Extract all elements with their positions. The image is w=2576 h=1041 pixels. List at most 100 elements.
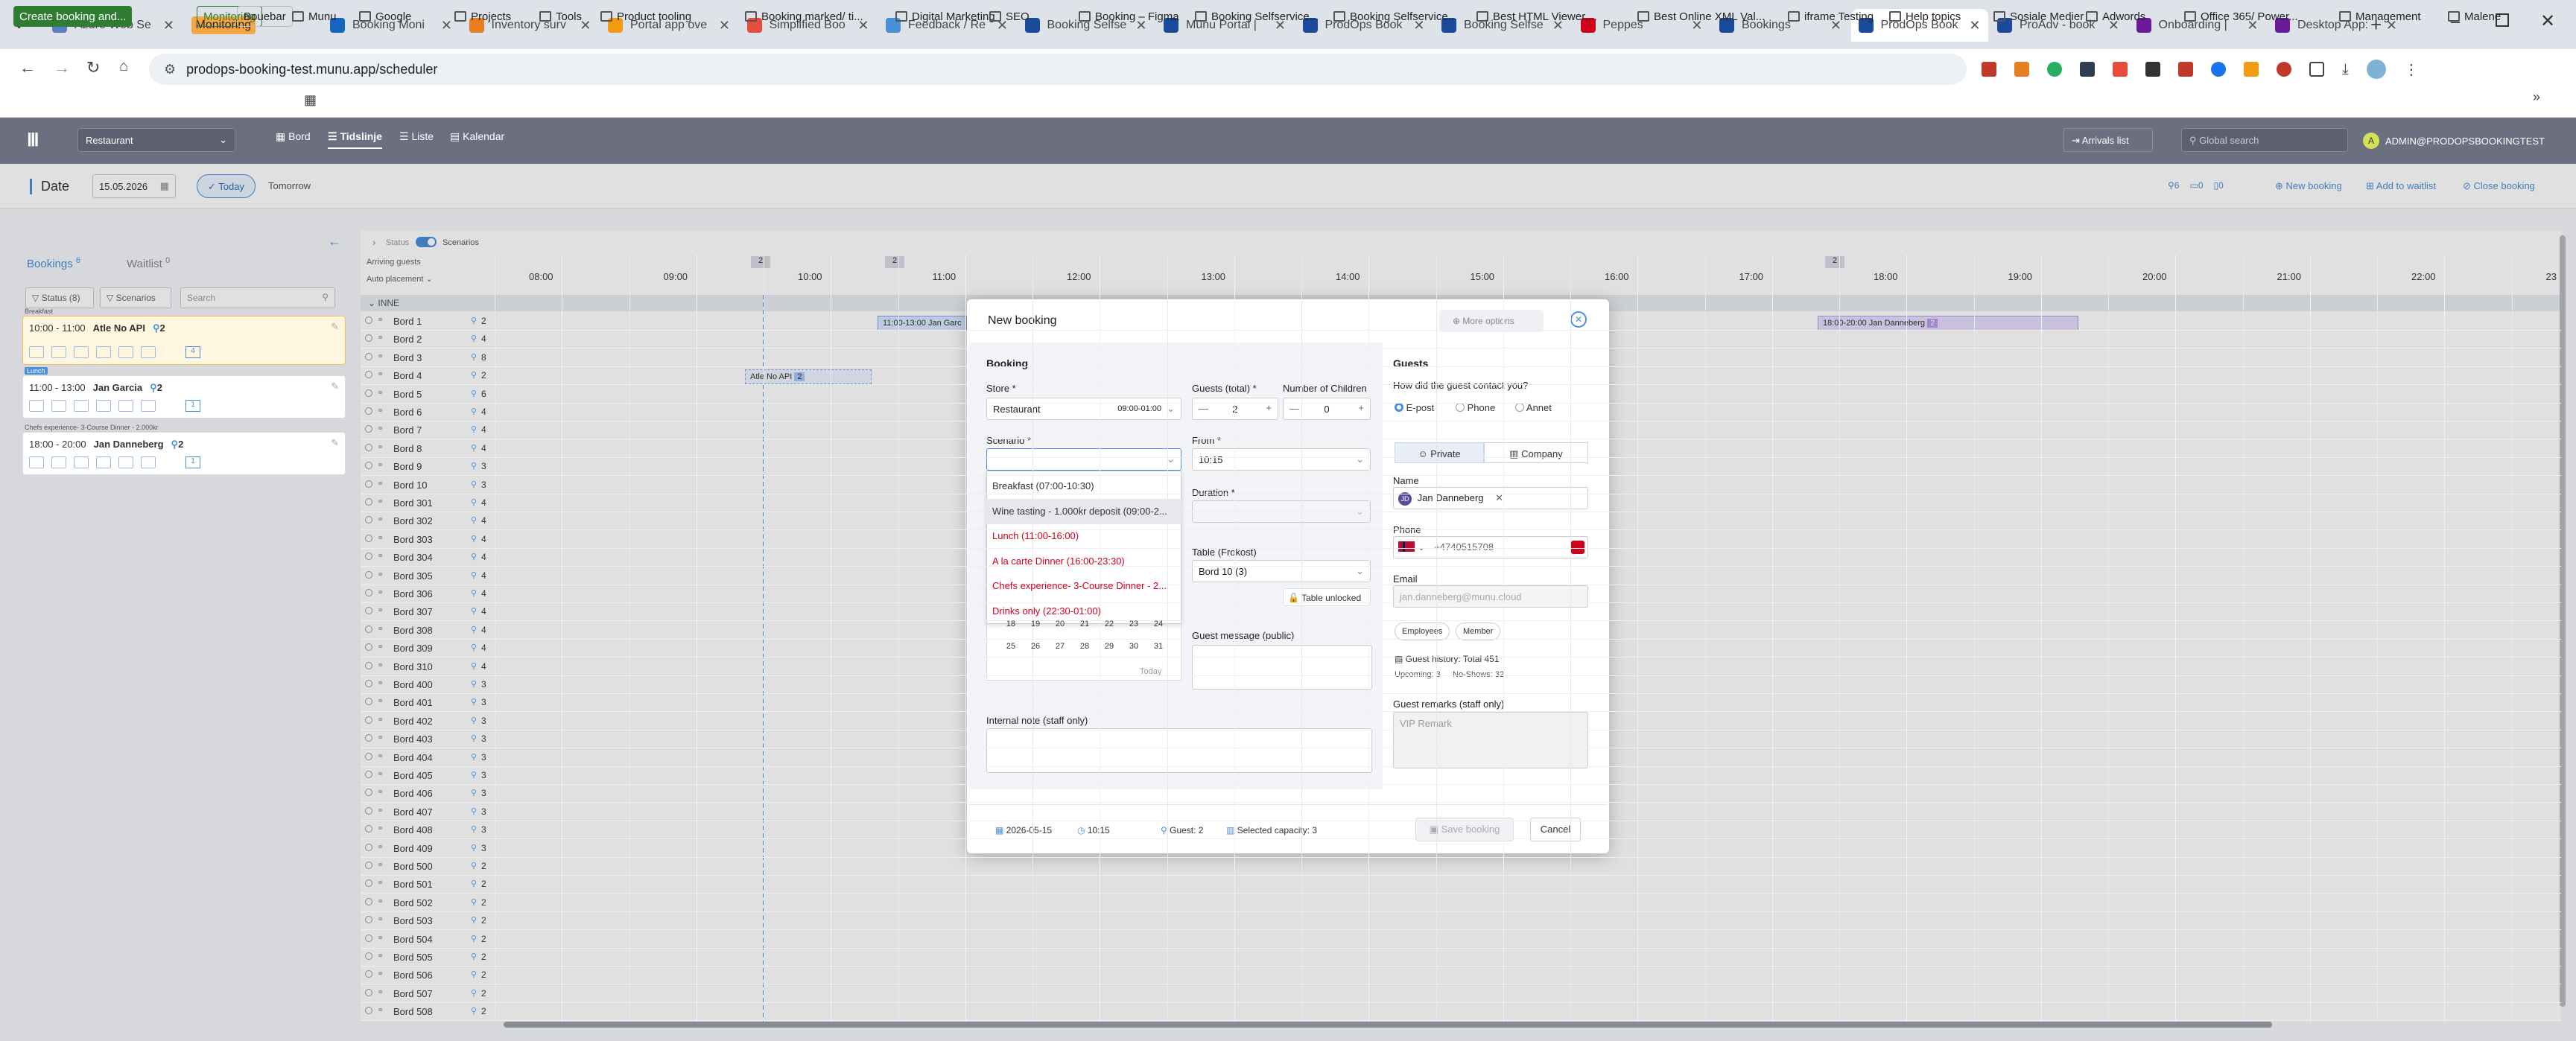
refresh-icon[interactable] [74,400,89,412]
card-icon[interactable] [51,346,66,358]
calendar-day[interactable]: 22 [1101,620,1117,628]
bookmark-item[interactable]: Booking Selfservice... [1195,6,1319,27]
table-row[interactable]: ⚭ Bord 405 ⚲ 3 [361,767,2561,785]
table-row[interactable]: ⚭ Bord 6 ⚲ 4 [361,404,2561,421]
bookmark-item[interactable]: Booking Selfservice... [1333,6,1457,27]
calendar-day[interactable]: 30 [1126,642,1142,651]
extensions-puzzle-icon[interactable] [2309,62,2324,77]
apps-grid-icon[interactable]: ▦ [304,92,317,108]
refresh-icon[interactable] [74,346,89,358]
note-icon[interactable] [29,456,44,468]
table-row[interactable]: ⚭ Bord 403 ⚲ 3 [361,730,2561,749]
table-row[interactable]: ⚭ Bord 407 ⚲ 3 [361,803,2561,821]
bookmark-item[interactable]: Tools [539,6,582,27]
table-row[interactable]: ⚭ Bord 401 ⚲ 3 [361,694,2561,713]
card-icon[interactable] [51,400,66,412]
table-row[interactable]: ⚭ Bord 305 ⚲ 4 [361,567,2561,585]
calendar-day[interactable]: 23 [1126,620,1142,628]
table-row[interactable]: ⚭ Bord 507 ⚲ 2 [361,985,2561,1003]
calendar-day[interactable]: 21 [1076,620,1093,628]
extension-icon-3[interactable] [2047,62,2062,77]
user-avatar[interactable]: A [2363,133,2379,149]
extension-icon-1[interactable] [1982,62,1996,77]
bookmark-item[interactable]: iframe Testing [1788,6,1874,27]
table-row[interactable]: ⚭ Bord 304 ⚲ 4 [361,549,2561,567]
people-icon[interactable] [141,400,156,412]
note-icon[interactable] [29,400,44,412]
table-row[interactable]: ⚭ Bord 307 ⚲ 4 [361,603,2561,622]
note-icon[interactable] [29,346,44,358]
calendar-day[interactable]: 18 [1003,620,1019,628]
check-icon[interactable] [118,456,133,468]
table-row[interactable]: ⚭ Bord 5 ⚲ 6 [361,386,2561,404]
table-row[interactable]: ⚭ Bord 2 ⚲ 4 [361,331,2561,349]
extension-icon-5[interactable] [2113,62,2128,77]
table-row[interactable]: ⚭ Bord 506 ⚲ 2 [361,967,2561,985]
store-select[interactable]: Restaurant ⌄ [77,128,235,152]
table-row[interactable]: ⚭ Bord 505 ⚲ 2 [361,949,2561,967]
calendar-day[interactable]: 27 [1052,642,1068,651]
site-info-icon[interactable]: ⚙ [164,62,176,77]
table-row[interactable]: ⚭ Bord 400 ⚲ 3 [361,676,2561,694]
calendar-day[interactable]: 20 [1052,620,1068,628]
tab-close-icon[interactable]: ✕ [1969,18,1980,34]
bookmark-item[interactable]: Booking – Figma [1079,6,1179,27]
bookmark-item[interactable]: Product tooling [600,6,691,27]
edit-icon[interactable]: ✎ [331,321,339,333]
nav-tidslinje[interactable]: ☰ Tidslinje [328,130,382,149]
table-row[interactable]: ⚭ Bord 308 ⚲ 4 [361,622,2561,640]
booking-card[interactable]: Lunch 11:00 - 13:00 Jan Garcia ⚲2 ✎ 1 [22,367,346,418]
table-row[interactable]: ⚭ Bord 303 ⚲ 4 [361,531,2561,549]
calendar-day[interactable]: 28 [1076,642,1093,651]
home-icon[interactable]: ⌂ [119,58,128,75]
table-row[interactable]: ⚭ Bord 500 ⚲ 2 [361,858,2561,876]
table-row[interactable]: ⚭ Bord 4 ⚲ 2 [361,367,2561,386]
calendar-day[interactable]: 25 [1003,642,1019,651]
table-row[interactable]: ⚭ Bord 8 ⚲ 4 [361,440,2561,458]
table-row[interactable]: ⚭ Bord 503 ⚲ 2 [361,912,2561,931]
profile-avatar[interactable] [2366,60,2386,79]
tab-close-icon[interactable]: ✕ [719,18,730,34]
bookmark-item[interactable]: Munu [292,6,337,27]
calendar-day[interactable]: 31 [1150,642,1167,651]
table-row[interactable]: ⚭ Bord 501 ⚲ 2 [361,876,2561,894]
scenario-option[interactable]: Chefs experience- 3-Course Dinner - 2... [986,573,1181,599]
booking-card[interactable]: Breakfast 10:00 - 11:00 Atle No API ⚲2 ✎ 4 [22,308,346,365]
extension-icon-6[interactable] [2145,62,2160,77]
people-icon[interactable] [141,456,156,468]
bookmark-item[interactable]: SEO [989,6,1030,27]
calendar-day[interactable]: 26 [1027,642,1044,651]
extension-icon-8[interactable] [2211,62,2226,77]
table-row[interactable]: ⚭ Bord 3 ⚲ 8 [361,349,2561,367]
calendar-day[interactable]: 19 [1027,620,1044,628]
nav-liste[interactable]: ☰ Liste [399,130,434,143]
scenario-option[interactable]: A la carte Dinner (16:00-23:30) [986,549,1181,574]
scenario-option[interactable]: Wine tasting - 1.000kr deposit (09:00-2.… [986,498,1181,524]
people-icon[interactable] [141,346,156,358]
flag-icon[interactable] [96,456,111,468]
bookmark-item[interactable]: Best Online XML Val... [1637,6,1765,27]
bookmark-item[interactable]: Bouebar [237,6,293,27]
extension-icon-4[interactable] [2080,62,2095,77]
url-field[interactable]: ⚙ prodops-booking-test.munu.app/scheduler [149,54,1967,85]
table-row[interactable]: ⚭ Bord 402 ⚲ 3 [361,713,2561,730]
nav-kalendar[interactable]: ▤ Kalendar [450,130,504,143]
tab-close-icon[interactable]: ✕ [163,18,174,34]
edit-icon[interactable]: ✎ [331,437,339,449]
edit-icon[interactable]: ✎ [331,381,339,392]
table-row[interactable]: ⚭ Bord 508 ⚲ 2 [361,1003,2561,1022]
download-icon[interactable]: ⤓ [2342,61,2349,78]
table-row[interactable]: ⚭ Bord 10 ⚲ 3 [361,477,2561,494]
extension-icon-9[interactable] [2244,62,2259,77]
bookmark-item[interactable]: Adwords [2086,6,2145,27]
bookmark-item[interactable]: Booking marked/ ti... [745,6,863,27]
flag-icon[interactable] [96,346,111,358]
bookmark-item[interactable]: Malene [2448,6,2501,27]
bookmarks-overflow-icon[interactable]: » [2533,89,2540,105]
bookmark-item[interactable]: Projects [454,6,511,27]
table-row[interactable]: ⚭ Bord 502 ⚲ 2 [361,894,2561,912]
user-name[interactable]: ADMIN@PRODOPSBOOKINGTEST [2385,136,2545,147]
table-row[interactable]: ⚭ Bord 309 ⚲ 4 [361,640,2561,658]
table-row[interactable]: ⚭ Bord 7 ⚲ 4 [361,421,2561,440]
extension-icon-2[interactable] [2014,62,2029,77]
